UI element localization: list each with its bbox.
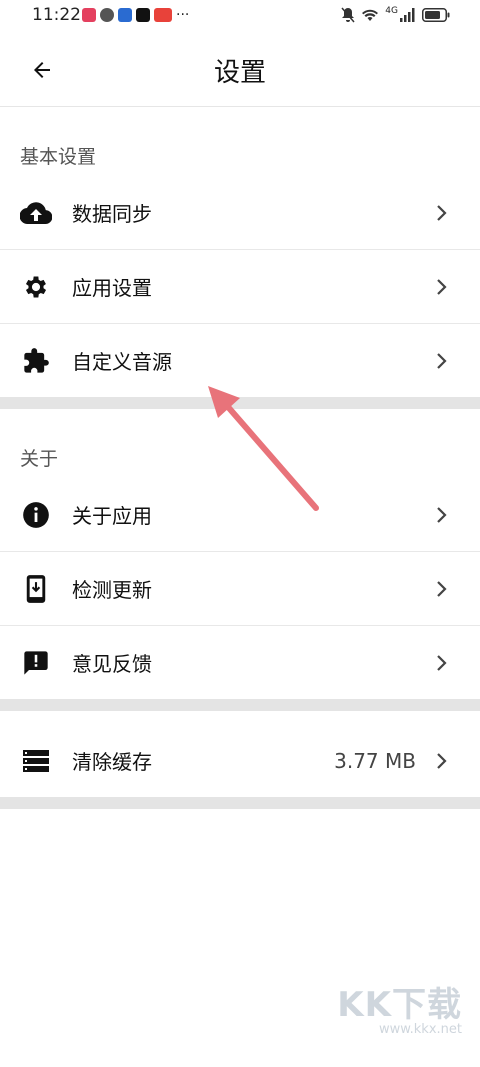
chevron-right-icon <box>436 351 452 371</box>
notification-icons: ··· <box>82 8 189 22</box>
app-notification-icon <box>118 8 132 22</box>
more-dots-icon: ··· <box>176 7 190 23</box>
settings-item-label: 检测更新 <box>72 578 152 602</box>
status-bar: 11:22 ··· 4G <box>0 0 480 32</box>
mute-bell-icon <box>341 7 355 23</box>
settings-item-data-sync[interactable]: 数据同步 <box>0 176 480 249</box>
wechat-icon <box>100 8 114 22</box>
settings-item-label: 清除缓存 <box>72 750 152 774</box>
watermark: KK下载 www.kkx.net <box>337 977 462 1037</box>
section-gap <box>0 699 480 711</box>
chevron-right-icon <box>436 277 452 297</box>
system-icons: 4G <box>341 6 450 23</box>
battery-icon <box>422 8 450 22</box>
phone-download-icon <box>20 573 52 605</box>
cloud-upload-icon <box>20 197 52 229</box>
network-label: 4G <box>385 6 398 16</box>
app-notification-icon <box>154 8 172 22</box>
settings-item-label: 应用设置 <box>72 276 152 300</box>
settings-item-label: 数据同步 <box>72 202 152 226</box>
settings-item-label: 关于应用 <box>72 504 152 528</box>
settings-item-label: 自定义音源 <box>72 350 172 374</box>
info-icon <box>20 499 52 531</box>
chevron-right-icon <box>436 505 452 525</box>
section-gap <box>0 797 480 809</box>
section-header-basic: 基本设置 <box>20 146 97 168</box>
cache-size-value: 3.77 MB <box>334 748 416 773</box>
page-title: 设置 <box>213 58 266 88</box>
app-notification-icon <box>136 8 150 22</box>
settings-item-clear-cache[interactable]: 清除缓存 3.77 MB <box>0 724 480 797</box>
app-notification-icon <box>82 8 96 22</box>
feedback-icon <box>20 647 52 679</box>
storage-icon <box>20 745 52 777</box>
settings-item-app-settings[interactable]: 应用设置 <box>0 250 480 323</box>
settings-item-feedback[interactable]: 意见反馈 <box>0 626 480 699</box>
settings-item-label: 意见反馈 <box>72 652 152 676</box>
chevron-right-icon <box>436 203 452 223</box>
annotation-arrow-icon <box>208 386 319 511</box>
wifi-icon <box>362 9 379 21</box>
signal-icon <box>400 8 415 22</box>
chevron-right-icon <box>436 579 452 599</box>
chevron-right-icon <box>436 751 452 771</box>
section-header-about: 关于 <box>20 448 59 470</box>
app-bar: 设置 <box>0 32 480 107</box>
settings-item-check-update[interactable]: 检测更新 <box>0 552 480 625</box>
watermark-logo: KK下载 <box>337 985 462 1025</box>
puzzle-icon <box>20 345 52 377</box>
chevron-right-icon <box>436 653 452 673</box>
gear-icon <box>20 271 52 303</box>
status-time: 11:22 <box>32 5 81 25</box>
